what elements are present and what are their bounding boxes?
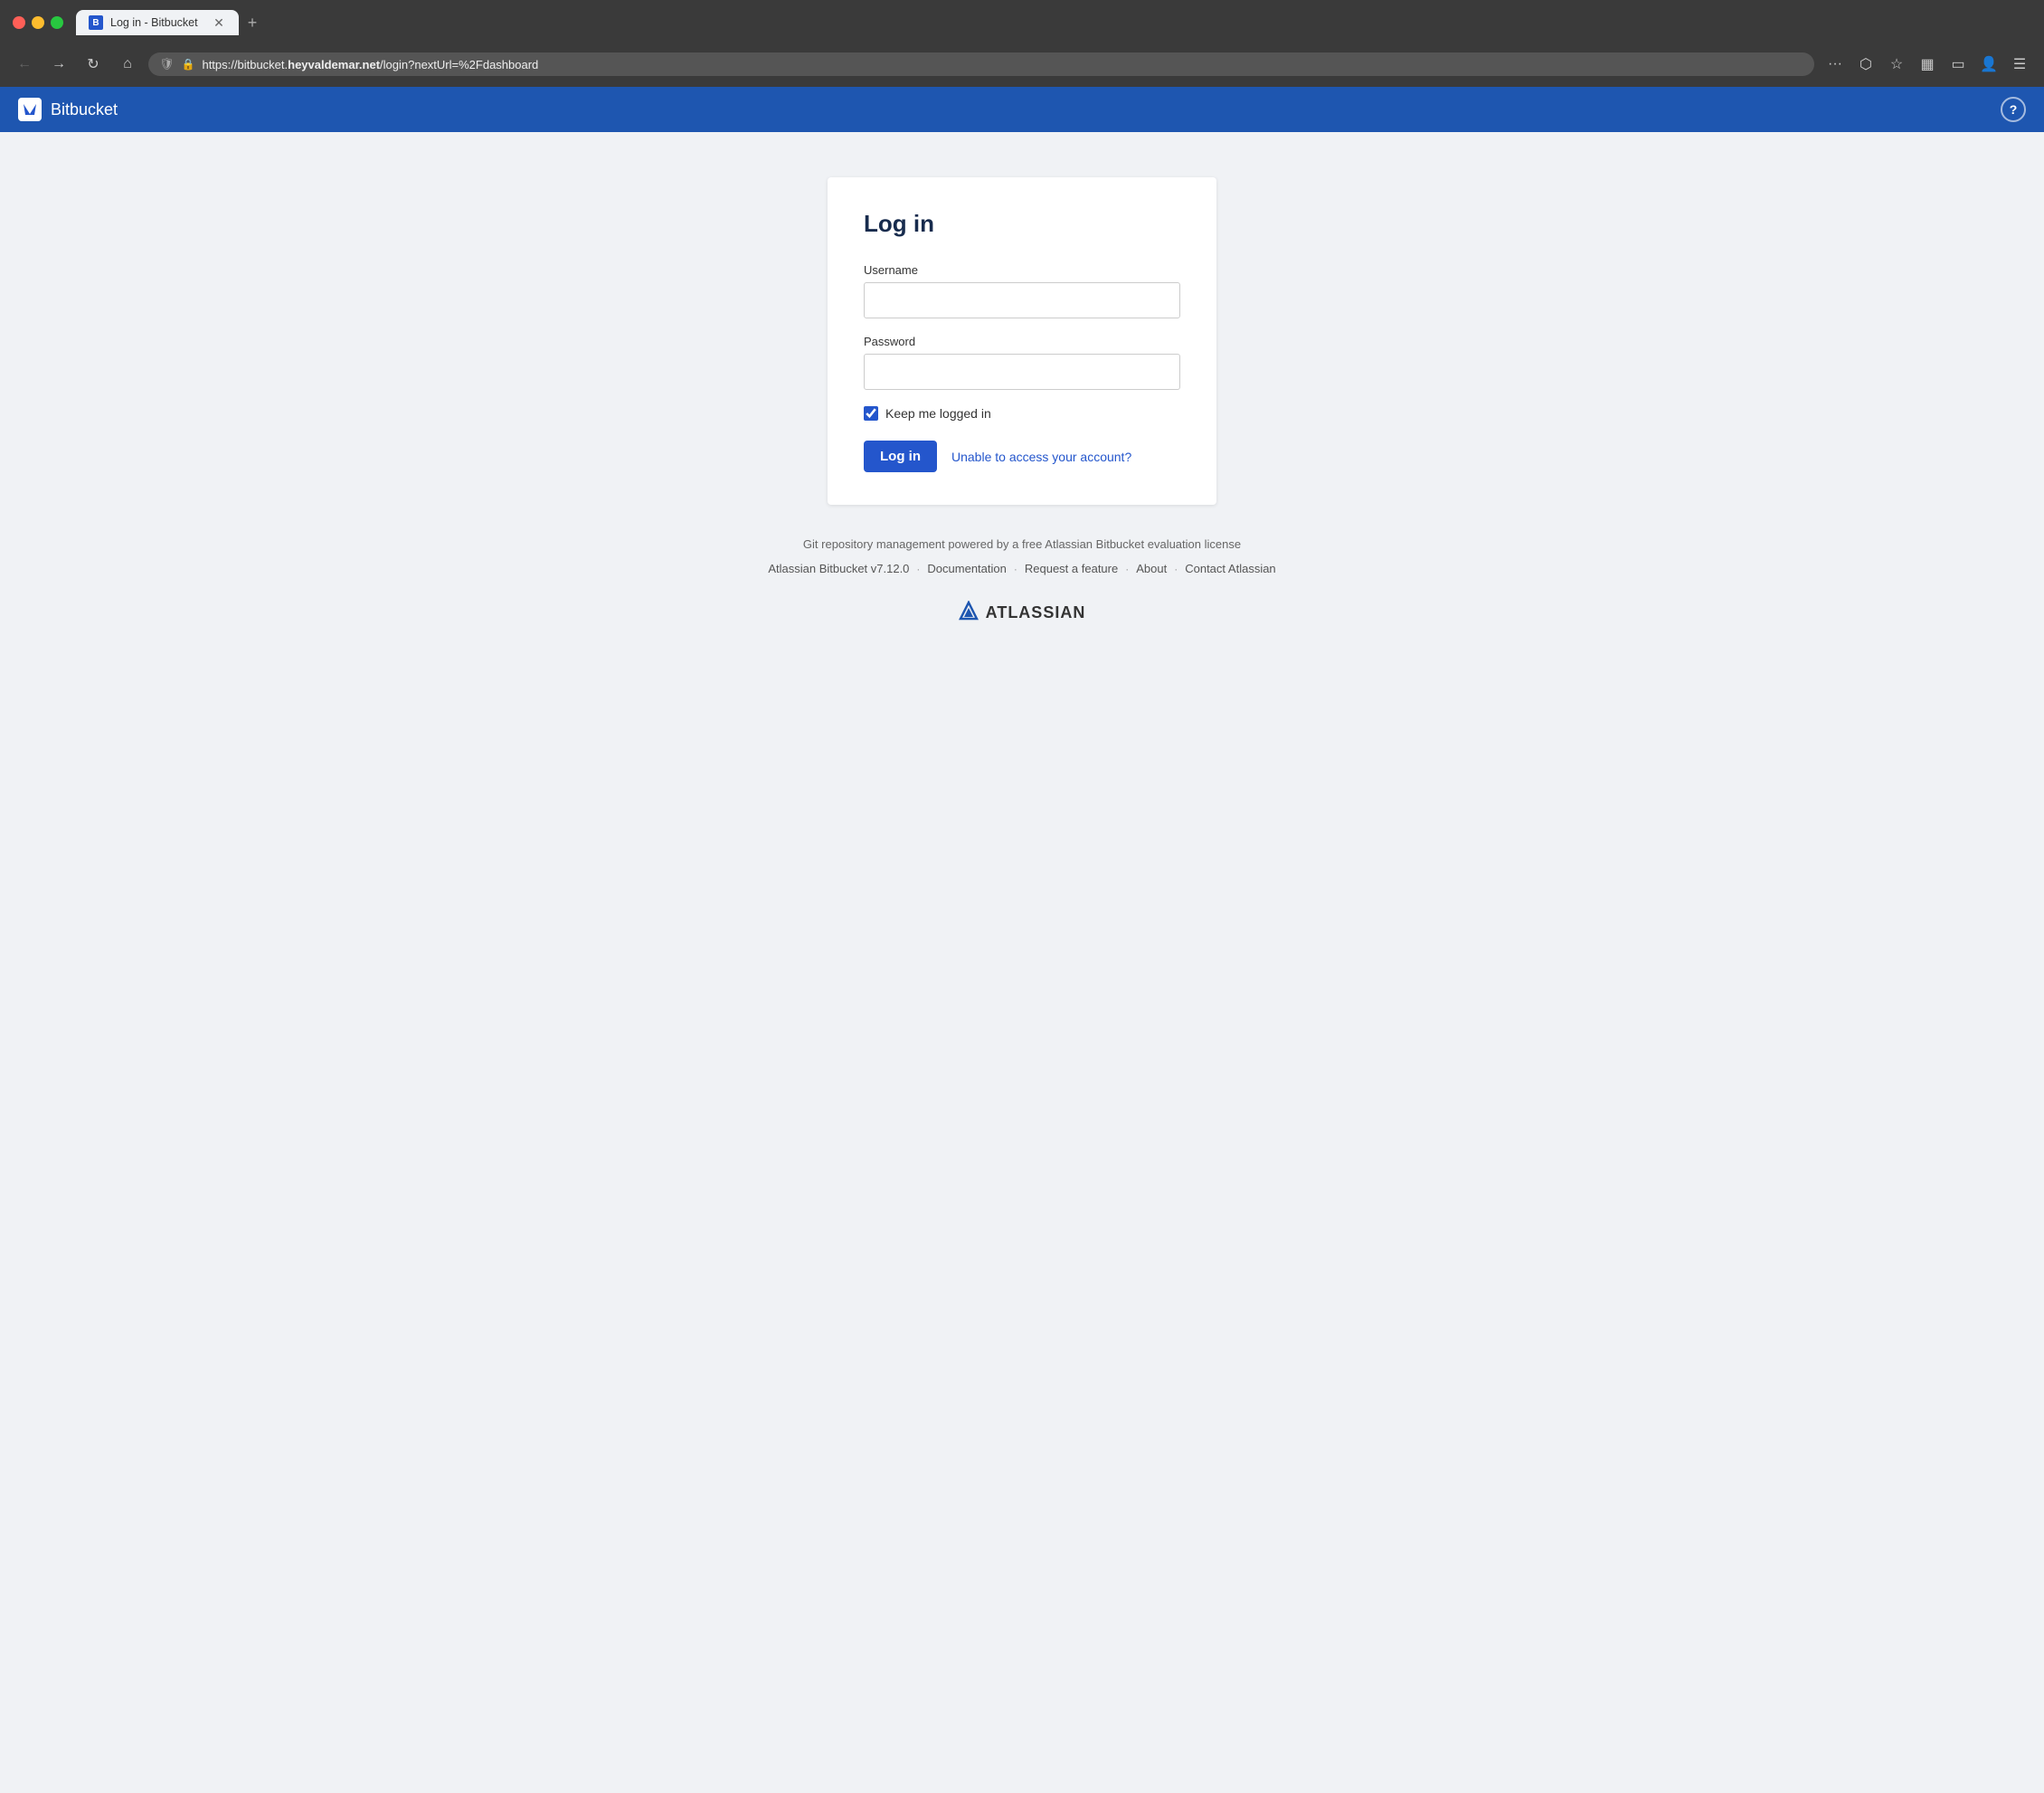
password-group: Password (864, 335, 1180, 390)
password-input[interactable] (864, 354, 1180, 390)
shield-icon: 🛡 (159, 57, 175, 71)
pocket-button[interactable]: ⬡ (1852, 51, 1879, 78)
traffic-lights (13, 16, 63, 29)
collections-button[interactable]: ▦ (1914, 51, 1941, 78)
footer-dot-2: · (1014, 563, 1017, 575)
page-content: Log in Username Password Keep me logged … (0, 132, 2044, 1793)
app-name: Bitbucket (51, 100, 118, 119)
forgot-link[interactable]: Unable to access your account? (951, 450, 1131, 464)
password-label: Password (864, 335, 1180, 348)
footer-link-documentation[interactable]: Documentation (927, 562, 1006, 575)
footer-link-contact[interactable]: Contact Atlassian (1185, 562, 1275, 575)
username-label: Username (864, 263, 1180, 277)
footer-dot-1: · (916, 563, 920, 575)
remember-me-checkbox[interactable] (864, 406, 878, 421)
footer-links: Atlassian Bitbucket v7.12.0 · Documentat… (768, 562, 1275, 575)
menu-button[interactable]: ☰ (2006, 51, 2033, 78)
lock-icon: 🔒 (182, 58, 195, 71)
address-bar[interactable]: 🛡 🔒 https://bitbucket.heyvaldemar.net/lo… (148, 52, 1814, 76)
atlassian-logo: ATLASSIAN (768, 601, 1275, 625)
bookmark-button[interactable]: ☆ (1883, 51, 1910, 78)
new-tab-button[interactable]: + (239, 9, 266, 36)
login-card: Log in Username Password Keep me logged … (828, 177, 1216, 505)
login-button[interactable]: Log in (864, 441, 937, 472)
tab-close-button[interactable]: ✕ (212, 15, 226, 30)
username-group: Username (864, 263, 1180, 318)
footer-link-about[interactable]: About (1136, 562, 1167, 575)
app-header: Bitbucket ? (0, 87, 2044, 132)
browser-toolbar: ← → ↻ ⌂ 🛡 🔒 https://bitbucket.heyvaldema… (0, 45, 2044, 87)
profile-button[interactable]: 👤 (1975, 51, 2002, 78)
tab-title: Log in - Bitbucket (110, 16, 204, 29)
split-button[interactable]: ▭ (1945, 51, 1972, 78)
footer-description: Git repository management powered by a f… (768, 537, 1275, 551)
footer-link-request[interactable]: Request a feature (1025, 562, 1118, 575)
close-button[interactable] (13, 16, 25, 29)
footer-dot-3: · (1125, 563, 1129, 575)
footer: Git repository management powered by a f… (768, 537, 1275, 625)
browser-chrome: B Log in - Bitbucket ✕ + ← → ↻ ⌂ 🛡 🔒 htt… (0, 0, 2044, 87)
more-button[interactable]: ··· (1822, 51, 1849, 78)
address-text: https://bitbucket.heyvaldemar.net/login?… (202, 58, 538, 71)
maximize-button[interactable] (51, 16, 63, 29)
footer-dot-4: · (1174, 563, 1178, 575)
login-title: Log in (864, 210, 1180, 238)
tab-favicon: B (89, 15, 103, 30)
atlassian-triangle-icon (959, 601, 979, 625)
help-button[interactable]: ? (2001, 97, 2026, 122)
reload-button[interactable]: ↻ (80, 51, 107, 78)
atlassian-label: ATLASSIAN (986, 603, 1086, 622)
toolbar-actions: ··· ⬡ ☆ ▦ ▭ 👤 ☰ (1822, 51, 2033, 78)
app-logo: Bitbucket (18, 98, 118, 121)
minimize-button[interactable] (32, 16, 44, 29)
bitbucket-logo-icon (18, 98, 42, 121)
tab-bar: B Log in - Bitbucket ✕ + (76, 9, 2031, 36)
back-button[interactable]: ← (11, 51, 38, 78)
remember-me-row: Keep me logged in (864, 406, 1180, 421)
home-button[interactable]: ⌂ (114, 51, 141, 78)
remember-me-label: Keep me logged in (885, 406, 991, 421)
username-input[interactable] (864, 282, 1180, 318)
footer-version[interactable]: Atlassian Bitbucket v7.12.0 (768, 562, 909, 575)
browser-titlebar: B Log in - Bitbucket ✕ + (0, 0, 2044, 45)
active-tab[interactable]: B Log in - Bitbucket ✕ (76, 10, 239, 35)
form-actions: Log in Unable to access your account? (864, 441, 1180, 472)
forward-button[interactable]: → (45, 51, 72, 78)
